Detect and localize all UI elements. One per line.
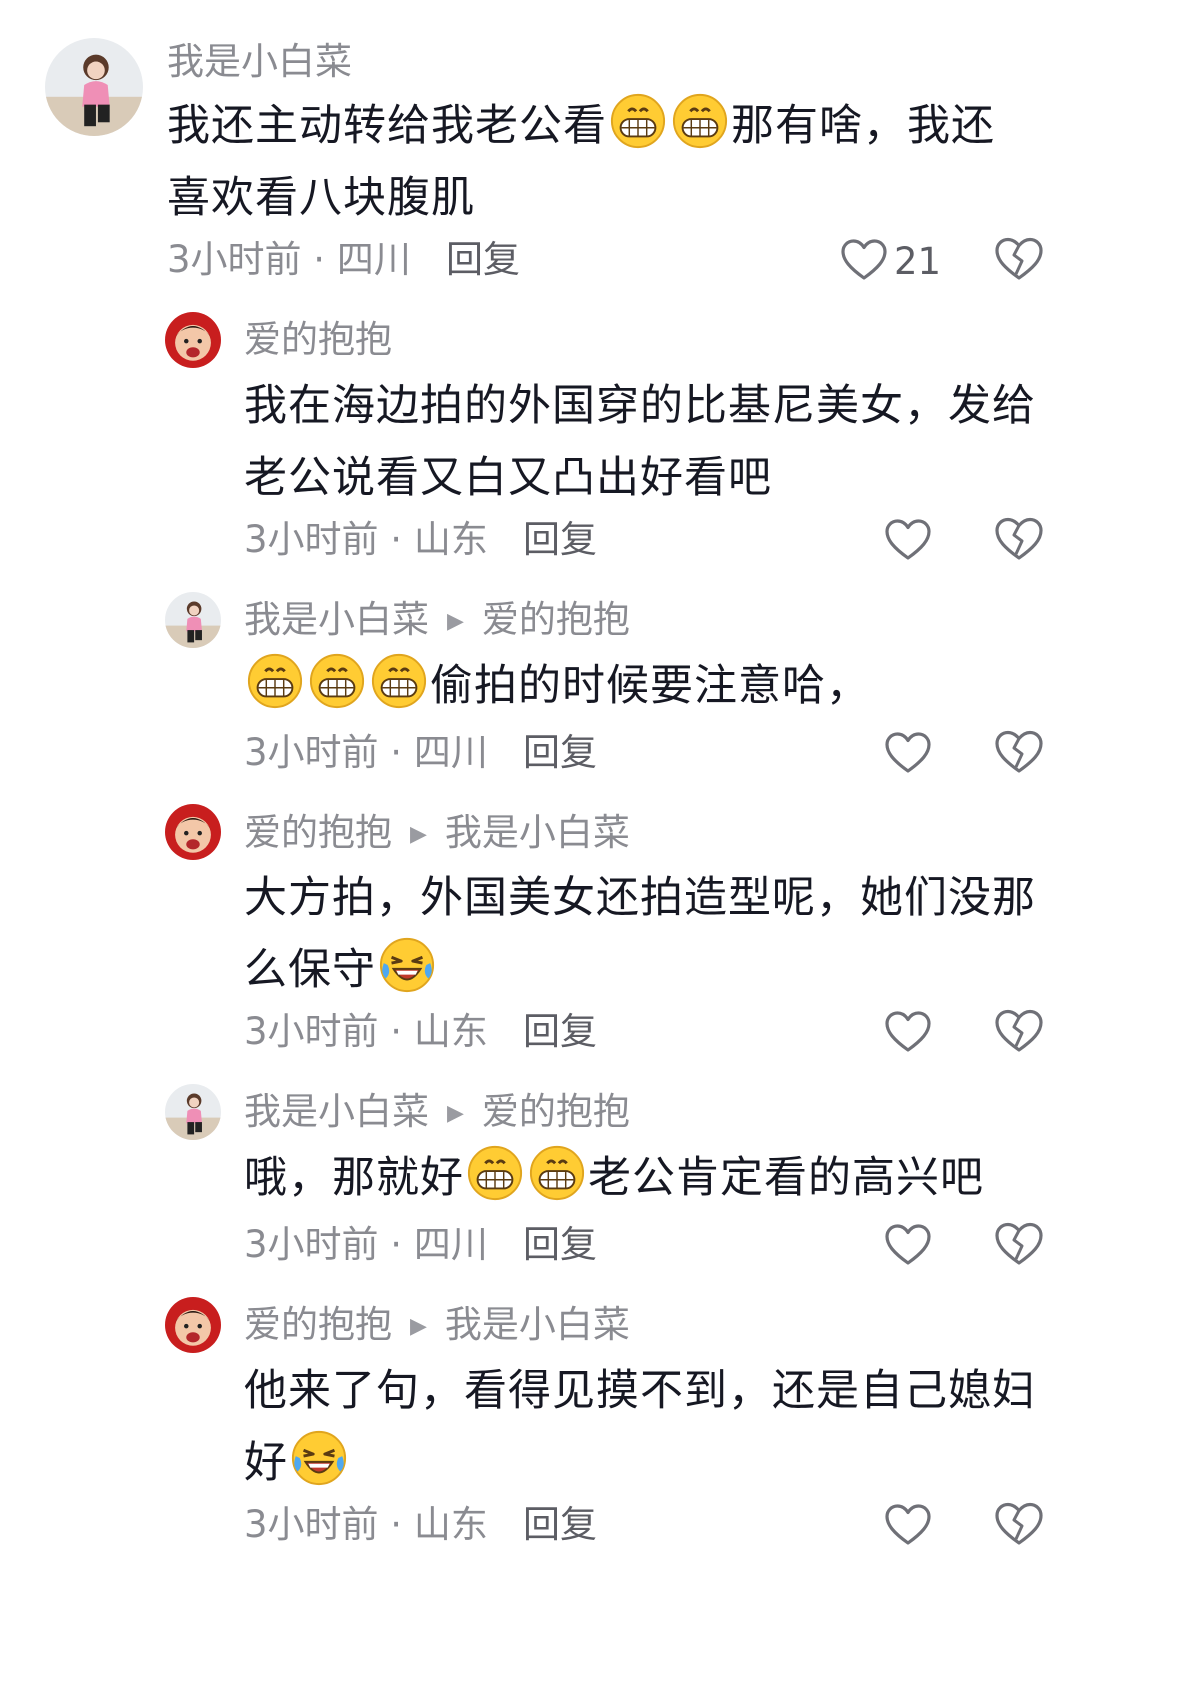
comment-text: 大方拍，外国美女还拍造型呢，她们没那么保守 — [244, 873, 1036, 995]
comment-text: 他来了句，看得见摸不到，还是自己媳妇好 — [244, 1366, 1036, 1488]
broken-heart-outline-icon — [994, 730, 1044, 779]
avatar-xiaobaicai[interactable] — [165, 592, 221, 648]
comment-author-line: 爱的抱抱 ▶ 我是小白菜 — [244, 811, 630, 857]
comment-author[interactable]: 我是小白菜 — [167, 40, 352, 84]
play-triangle-icon: ▶ — [447, 1100, 464, 1126]
comment-author-line: 我是小白菜 ▶ 爱的抱抱 — [244, 598, 630, 644]
like-button[interactable] — [884, 1010, 932, 1058]
dislike-button[interactable] — [994, 236, 1044, 286]
play-triangle-icon: ▶ — [447, 608, 464, 634]
broken-heart-outline-icon — [994, 1009, 1044, 1058]
broken-heart-outline-icon — [994, 517, 1044, 566]
avatar-aidebaobao[interactable] — [165, 312, 221, 368]
heart-outline-icon — [884, 731, 932, 779]
like-button[interactable] — [884, 1223, 932, 1271]
reply-to-user[interactable]: 爱的抱抱 — [482, 598, 630, 641]
grin-emoji-icon — [466, 1144, 524, 1202]
comment-author-line: 我是小白菜 ▶ 爱的抱抱 — [244, 1090, 630, 1136]
like-button[interactable] — [884, 1503, 932, 1551]
comment-author[interactable]: 我是小白菜 — [244, 1090, 429, 1133]
like-button[interactable] — [884, 731, 932, 779]
reply-button[interactable]: 回复 — [523, 1223, 597, 1267]
comment-text: 哦，那就好 老公肯定看的高兴吧 — [244, 1142, 1044, 1214]
broken-heart-outline-icon — [994, 1222, 1044, 1271]
reply-button[interactable]: 回复 — [523, 1503, 597, 1547]
like-button[interactable] — [884, 518, 932, 566]
comment-time-location: 3小时前 · 四川 — [244, 1223, 488, 1266]
heart-outline-icon — [884, 1503, 932, 1551]
avatar-xiaobaicai[interactable] — [165, 1084, 221, 1140]
comment-time-location: 3小时前 · 四川 — [167, 238, 411, 281]
comment-time-location: 3小时前 · 山东 — [244, 1503, 488, 1546]
reply-button[interactable]: 回复 — [446, 238, 520, 282]
dislike-button[interactable] — [994, 729, 1044, 779]
heart-outline-icon — [884, 518, 932, 566]
comment-author[interactable]: 爱的抱抱 — [244, 318, 392, 362]
comment-author-line: 爱的抱抱 ▶ 我是小白菜 — [244, 1303, 630, 1349]
like-count: 21 — [894, 240, 942, 283]
grin-emoji-icon — [671, 92, 729, 150]
avatar-aidebaobao[interactable] — [165, 804, 221, 860]
broken-heart-outline-icon — [994, 1502, 1044, 1551]
reply-to-user[interactable]: 爱的抱抱 — [482, 1090, 630, 1133]
play-triangle-icon: ▶ — [410, 821, 427, 847]
comment-author[interactable]: 爱的抱抱 — [244, 1303, 392, 1346]
grin-emoji-icon — [308, 652, 366, 710]
dislike-button[interactable] — [994, 1501, 1044, 1551]
comment-time-location: 3小时前 · 四川 — [244, 731, 488, 774]
reply-button[interactable]: 回复 — [523, 518, 597, 562]
dislike-button[interactable] — [994, 1008, 1044, 1058]
grin-emoji-icon — [246, 652, 304, 710]
comment-time-location: 3小时前 · 山东 — [244, 518, 488, 561]
reply-to-user[interactable]: 我是小白菜 — [445, 1303, 630, 1346]
comment-text: 我还主动转给我老公看 那有啥，我还喜欢看八块腹肌 — [167, 90, 1037, 234]
comment-text: 偷拍的时候要注意哈， — [244, 650, 1044, 722]
avatar-xiaobaicai[interactable] — [45, 38, 143, 136]
like-button[interactable]: 21 — [840, 238, 941, 286]
comment-author[interactable]: 爱的抱抱 — [244, 811, 392, 854]
play-triangle-icon: ▶ — [410, 1313, 427, 1339]
broken-heart-outline-icon — [994, 237, 1044, 286]
heart-outline-icon — [884, 1223, 932, 1271]
comment-time-location: 3小时前 · 山东 — [244, 1010, 488, 1053]
laugh-cry-emoji-icon — [290, 1429, 348, 1487]
laugh-cry-emoji-icon — [378, 936, 436, 994]
avatar-aidebaobao[interactable] — [165, 1297, 221, 1353]
dislike-button[interactable] — [994, 516, 1044, 566]
grin-emoji-icon — [370, 652, 428, 710]
reply-button[interactable]: 回复 — [523, 1010, 597, 1054]
grin-emoji-icon — [609, 92, 667, 150]
heart-outline-icon — [884, 1010, 932, 1058]
heart-outline-icon — [840, 238, 888, 286]
dislike-button[interactable] — [994, 1221, 1044, 1271]
reply-to-user[interactable]: 我是小白菜 — [445, 811, 630, 854]
reply-button[interactable]: 回复 — [523, 731, 597, 775]
comment-author[interactable]: 我是小白菜 — [244, 598, 429, 641]
comment-text: 我在海边拍的外国穿的比基尼美女，发给老公说看又白又凸出好看吧 — [244, 381, 1036, 503]
grin-emoji-icon — [528, 1144, 586, 1202]
